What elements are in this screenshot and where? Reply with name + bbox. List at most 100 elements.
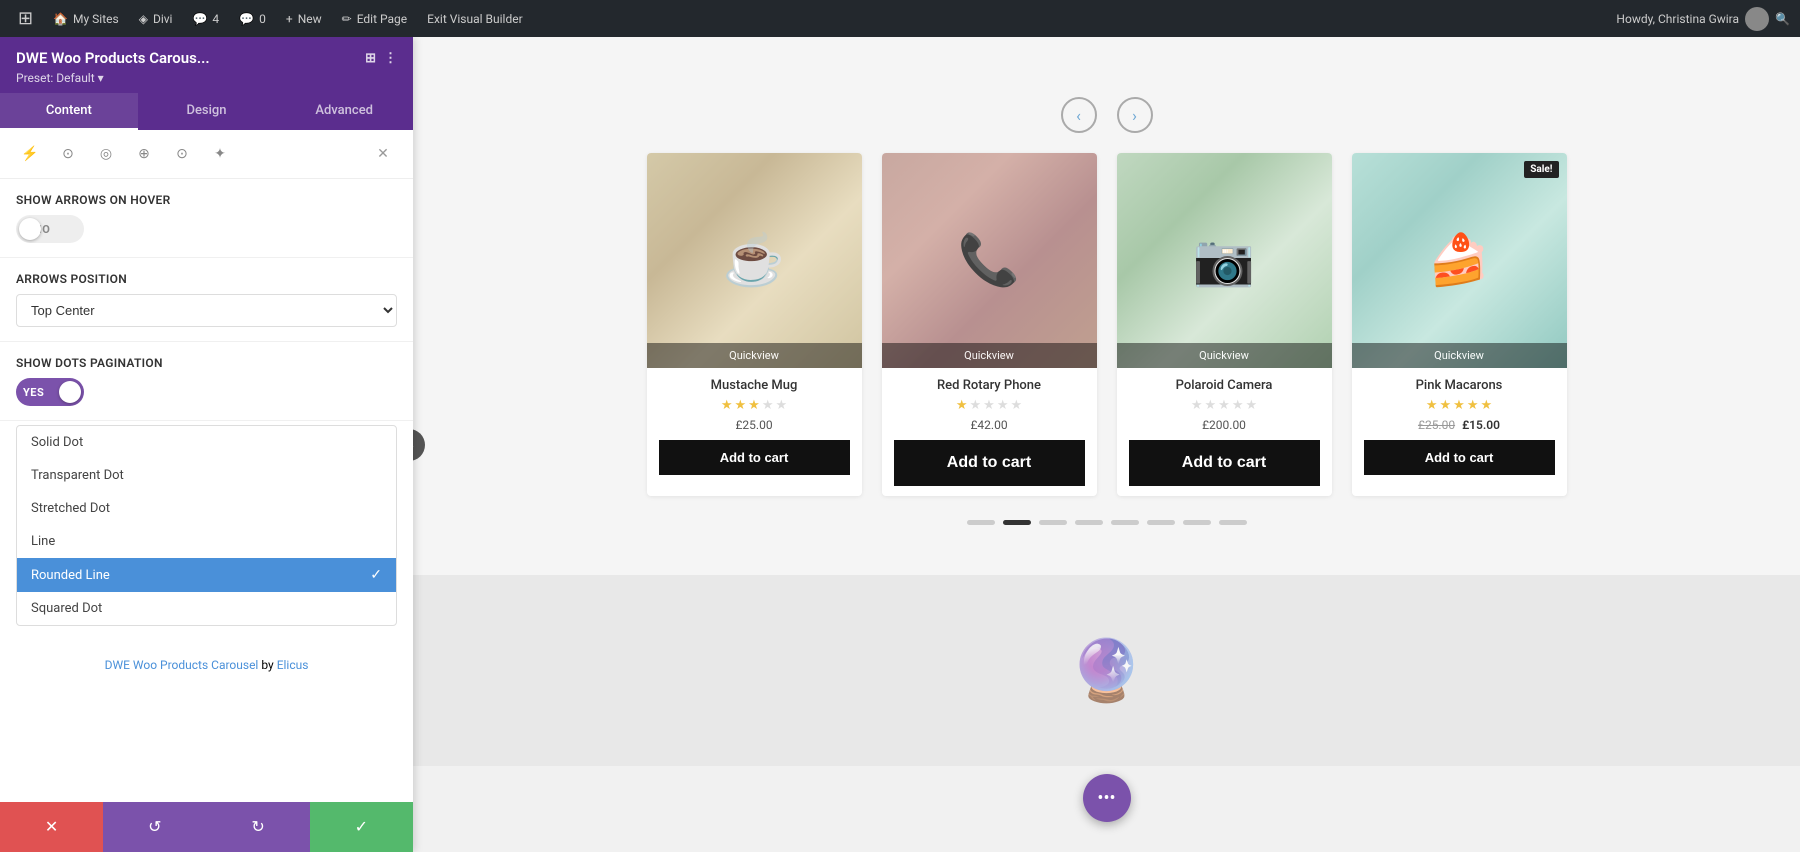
add-to-cart-polaroid-camera[interactable]: Add to cart xyxy=(1129,440,1320,486)
dot-8[interactable] xyxy=(1219,520,1247,525)
product-price-pink-macarons: £25.00 £15.00 xyxy=(1364,418,1555,432)
exit-vb-item[interactable]: Exit Visual Builder xyxy=(419,8,531,30)
home-icon: 🏠 xyxy=(53,12,68,26)
product-info-red-rotary-phone: Red Rotary Phone ★ ★ ★ ★ ★ £42.00 Add to… xyxy=(882,368,1097,496)
new-item[interactable]: + New xyxy=(278,8,330,30)
close-icon[interactable]: ✕ xyxy=(369,140,397,168)
icon-5[interactable]: ⊙ xyxy=(168,140,196,168)
sidebar-header: DWE Woo Products Carous... ⊞ ⋮ Preset: D… xyxy=(0,37,413,93)
product-img-macarons xyxy=(1352,153,1567,368)
add-to-cart-red-rotary-phone[interactable]: Add to cart xyxy=(894,440,1085,486)
carousel-next-arrow[interactable]: › xyxy=(1117,97,1153,133)
sidebar-tabs: Content Design Advanced xyxy=(0,93,413,130)
dots-pagination xyxy=(453,520,1760,535)
wp-logo-item[interactable]: ⊞ xyxy=(10,4,41,33)
star-3: ★ xyxy=(983,398,995,413)
carousel-prev-arrow[interactable]: ‹ xyxy=(1061,97,1097,133)
check-icon: ✓ xyxy=(370,567,382,583)
save-button[interactable]: ✓ xyxy=(310,802,413,852)
show-arrows-toggle-row: NO xyxy=(16,215,397,243)
redo-button[interactable]: ↻ xyxy=(207,802,310,852)
tab-content[interactable]: Content xyxy=(0,93,138,130)
add-to-cart-mustache-mug[interactable]: Add to cart xyxy=(659,440,850,475)
product-stars-mustache-mug: ★ ★ ★ ★ ★ xyxy=(659,398,850,413)
preset-selector[interactable]: Preset: Default ▾ xyxy=(16,71,397,85)
star-3: ★ xyxy=(1453,398,1465,413)
icon-6[interactable]: ✦ xyxy=(206,140,234,168)
quickview-polaroid-camera[interactable]: Quickview xyxy=(1117,343,1332,368)
icon-4[interactable]: ⊕ xyxy=(130,140,158,168)
show-dots-toggle[interactable]: YES xyxy=(16,378,84,406)
star-5: ★ xyxy=(1480,398,1492,413)
product-card-red-rotary-phone: Quickview Red Rotary Phone ★ ★ ★ ★ ★ £42… xyxy=(882,153,1097,496)
add-to-cart-pink-macarons[interactable]: Add to cart xyxy=(1364,440,1555,475)
arrows-position-label: Arrows Position xyxy=(16,272,397,286)
undo-button[interactable]: ↺ xyxy=(103,802,206,852)
product-price-polaroid-camera: £200.00 xyxy=(1129,418,1320,432)
content-area: ↔ ‹ › Quickview Mus xyxy=(413,37,1800,852)
product-image-pink-macarons: Sale! Quickview xyxy=(1352,153,1567,368)
product-image-polaroid-camera: Quickview xyxy=(1117,153,1332,368)
product-stars-red-rotary-phone: ★ ★ ★ ★ ★ xyxy=(894,398,1085,413)
plus-icon: + xyxy=(286,12,293,26)
arrows-position-setting: Arrows Position Top Center Top Left Top … xyxy=(0,258,413,342)
admin-bar: ⊞ 🏠 My Sites ◈ Divi 💬 4 💬 0 + New ✏ Edit… xyxy=(0,0,1800,37)
quickview-mustache-mug[interactable]: Quickview xyxy=(647,343,862,368)
star-1: ★ xyxy=(956,398,968,413)
search-admin-icon[interactable]: 🔍 xyxy=(1775,12,1790,26)
dropdown-item-line[interactable]: Line xyxy=(17,525,396,558)
dot-5[interactable] xyxy=(1111,520,1139,525)
plugin-link[interactable]: DWE Woo Products Carousel xyxy=(105,658,259,672)
product-card-pink-macarons: Sale! Quickview Pink Macarons ★ ★ ★ ★ ★ xyxy=(1352,153,1567,496)
star-3: ★ xyxy=(1218,398,1230,413)
star-5: ★ xyxy=(775,398,787,413)
new-comments-item[interactable]: 💬 0 xyxy=(231,8,274,30)
author-link[interactable]: Elicus xyxy=(277,658,309,672)
bottom-actions: ✕ ↺ ↻ ✓ xyxy=(0,802,413,852)
content-footer: 🔮 ••• xyxy=(413,575,1800,766)
show-arrows-toggle[interactable]: NO xyxy=(16,215,84,243)
more-options-icon[interactable]: ⋮ xyxy=(384,51,397,66)
divi-icon: ◈ xyxy=(139,12,148,26)
cancel-button[interactable]: ✕ xyxy=(0,802,103,852)
my-sites-item[interactable]: 🏠 My Sites xyxy=(45,8,127,30)
dropdown-item-squared-dot[interactable]: Squared Dot xyxy=(17,592,396,625)
sidebar-title: DWE Woo Products Carous... ⊞ ⋮ xyxy=(16,49,397,67)
dot-7[interactable] xyxy=(1183,520,1211,525)
product-img-mustache xyxy=(647,153,862,368)
sidebar-title-icons: ⊞ ⋮ xyxy=(365,51,397,66)
icon-3[interactable]: ◎ xyxy=(92,140,120,168)
grid-icon[interactable]: ⊞ xyxy=(365,51,376,66)
dropdown-item-rounded-line[interactable]: Rounded Line ✓ xyxy=(17,558,396,592)
product-name-polaroid-camera: Polaroid Camera xyxy=(1129,378,1320,393)
dot-2[interactable] xyxy=(1003,520,1031,525)
tab-design[interactable]: Design xyxy=(138,93,276,130)
dot-6[interactable] xyxy=(1147,520,1175,525)
product-price-red-rotary-phone: £42.00 xyxy=(894,418,1085,432)
sale-badge: Sale! xyxy=(1524,161,1558,178)
arrows-position-select[interactable]: Top Center Top Left Top Right Bottom Cen… xyxy=(16,294,397,327)
product-stars-polaroid-camera: ★ ★ ★ ★ ★ xyxy=(1129,398,1320,413)
divi-item[interactable]: ◈ Divi xyxy=(131,8,181,30)
dropdown-item-transparent-dot[interactable]: Transparent Dot xyxy=(17,459,396,492)
dot-4[interactable] xyxy=(1075,520,1103,525)
edit-page-item[interactable]: ✏ Edit Page xyxy=(334,8,416,30)
icon-1[interactable]: ⚡ xyxy=(16,140,44,168)
product-image-red-rotary-phone: Quickview xyxy=(882,153,1097,368)
products-grid: Quickview Mustache Mug ★ ★ ★ ★ ★ £25.00 xyxy=(647,153,1567,496)
sidebar-footer: DWE Woo Products Carousel by Elicus xyxy=(0,646,413,684)
comments-count-item[interactable]: 💬 4 xyxy=(184,8,227,30)
quickview-red-rotary-phone[interactable]: Quickview xyxy=(882,343,1097,368)
dropdown-item-stretched-dot[interactable]: Stretched Dot xyxy=(17,492,396,525)
tab-advanced[interactable]: Advanced xyxy=(275,93,413,130)
dot-1[interactable] xyxy=(967,520,995,525)
float-menu-button[interactable]: ••• xyxy=(1083,774,1131,822)
star-5: ★ xyxy=(1010,398,1022,413)
toggle-knob xyxy=(19,218,41,240)
dot-3[interactable] xyxy=(1039,520,1067,525)
star-2: ★ xyxy=(1440,398,1452,413)
dropdown-item-solid-dot[interactable]: Solid Dot xyxy=(17,426,396,459)
product-image-mustache-mug: Quickview xyxy=(647,153,862,368)
quickview-pink-macarons[interactable]: Quickview xyxy=(1352,343,1567,368)
icon-2[interactable]: ⊙ xyxy=(54,140,82,168)
